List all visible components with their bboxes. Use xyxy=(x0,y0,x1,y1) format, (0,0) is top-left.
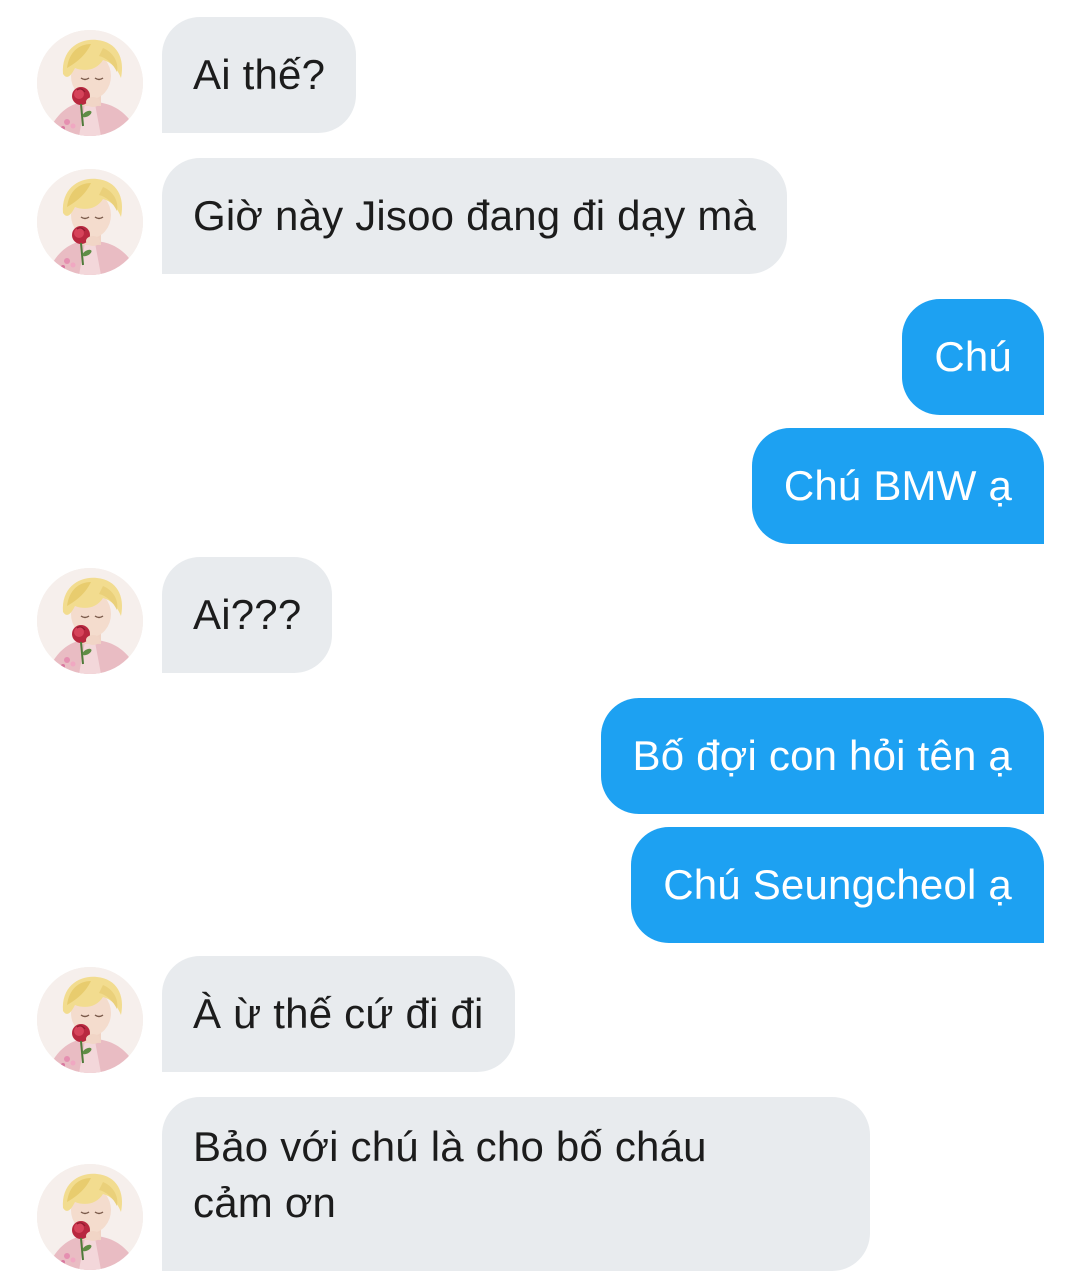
avatar-photo-icon xyxy=(37,568,143,674)
contact-avatar[interactable] xyxy=(37,169,143,275)
incoming-message-bubble[interactable]: Ai thế? xyxy=(162,17,357,133)
message-text: Chú Seungcheol ạ xyxy=(663,861,1012,908)
contact-avatar[interactable] xyxy=(37,568,143,674)
contact-avatar[interactable] xyxy=(37,967,143,1073)
outgoing-message-bubble[interactable]: Chú BMW ạ xyxy=(751,428,1044,544)
message-text-line: Bảo với chú là cho bố cháu xyxy=(193,1123,707,1170)
contact-avatar[interactable] xyxy=(37,30,143,136)
avatar-photo-icon xyxy=(37,30,143,136)
message-text: À ừ thế cứ đi đi xyxy=(193,990,484,1037)
outgoing-message-bubble[interactable]: Chú Seungcheol ạ xyxy=(631,827,1044,943)
message-text: Ai thế? xyxy=(193,51,326,98)
message-text: Chú xyxy=(934,333,1012,380)
incoming-message-bubble[interactable]: Bảo với chú là cho bố cháu cảm ơn xyxy=(162,1097,870,1271)
message-text: Giờ này Jisoo đang đi dạy mà xyxy=(193,192,757,239)
message-text: Ai??? xyxy=(193,591,302,638)
incoming-message-bubble[interactable]: À ừ thế cứ đi đi xyxy=(162,956,515,1072)
message-text: Chú BMW ạ xyxy=(783,462,1012,509)
avatar-photo-icon xyxy=(37,1164,143,1270)
avatar-photo-icon xyxy=(37,967,143,1073)
message-text-line: cảm ơn xyxy=(193,1179,337,1226)
avatar-photo-icon xyxy=(37,169,143,275)
outgoing-message-bubble[interactable]: Bố đợi con hỏi tên ạ xyxy=(600,698,1044,814)
contact-avatar[interactable] xyxy=(37,1164,143,1270)
incoming-message-bubble[interactable]: Giờ này Jisoo đang đi dạy mà xyxy=(162,158,788,274)
outgoing-message-bubble[interactable]: Chú xyxy=(902,299,1044,415)
incoming-message-bubble[interactable]: Ai??? xyxy=(162,557,333,673)
message-text: Bố đợi con hỏi tên ạ xyxy=(632,732,1012,779)
